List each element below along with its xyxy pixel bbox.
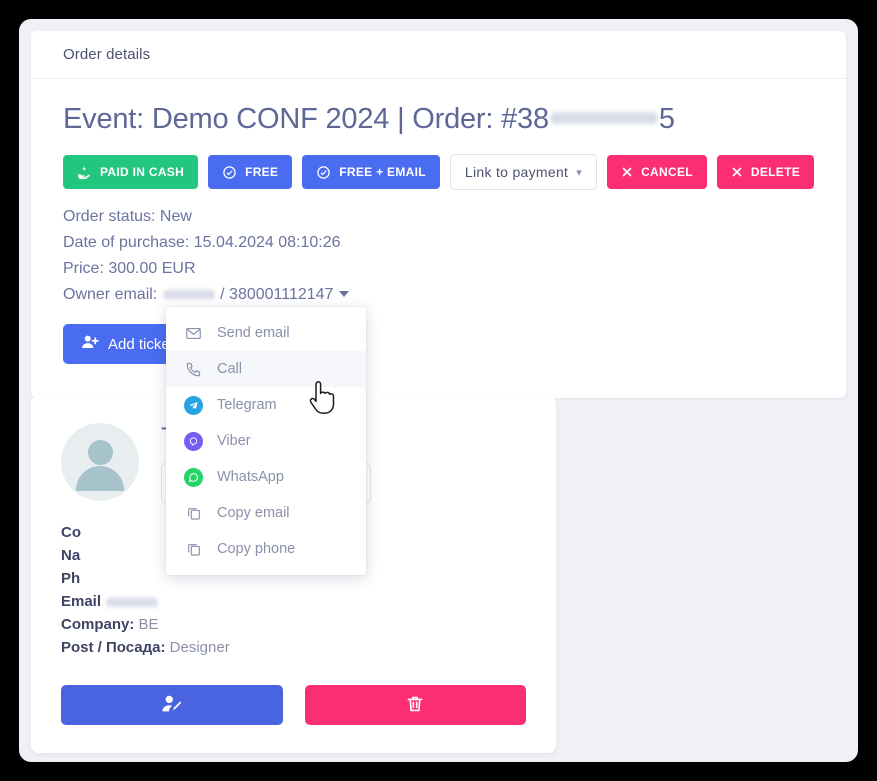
paid-in-cash-label: PAID IN CASH [100,165,185,179]
cancel-button[interactable]: CANCEL [607,155,707,189]
envelope-icon [184,324,203,343]
owner-phone: / 380001112147 [215,286,334,303]
contact-row-value: Designer [169,639,230,656]
order-status-line: Order status: New [63,208,192,225]
menu-item-telegram[interactable]: Telegram [166,387,366,423]
contact-actions-dropdown: Send email Call Telegram Viber WhatsApp … [166,307,366,575]
avatar-head-shape [87,440,113,465]
menu-item-label: Call [217,361,242,377]
owner-email-line: Owner email: / 380001112147 [63,282,814,308]
link-to-payment-label: Link to payment [464,164,569,180]
copy-icon [184,540,203,559]
chevron-down-icon: ▾ [576,166,583,179]
add-ticket-label: Add ticket [108,335,174,353]
free-email-button[interactable]: FREE + EMAIL [302,155,440,189]
owner-email-label: Owner email: [63,286,162,303]
order-action-buttons: PAID IN CASH FREE FREE + EMAIL Link to p… [63,154,815,190]
delete-label: DELETE [750,165,801,179]
menu-item-send-email[interactable]: Send email [166,315,366,351]
phone-icon [184,360,203,379]
check-circle-icon [222,165,237,180]
owner-contact-caret-icon[interactable] [339,290,350,297]
contact-row-label: Post / Посада: [61,639,166,656]
panel-header: Order details [31,31,846,79]
whatsapp-icon [184,467,203,487]
panel-header-title: Order details [63,46,151,63]
contact-row-label: Email [61,593,102,610]
menu-item-copy-email[interactable]: Copy email [166,495,366,531]
close-icon [731,166,743,178]
menu-item-viber[interactable]: Viber [166,423,366,459]
menu-item-label: Viber [217,433,251,449]
purchase-date-line: Date of purchase: 15.04.2024 08:10:26 [63,234,341,251]
user-plus-icon [81,333,99,355]
cancel-label: CANCEL [641,165,693,179]
contact-row-label: Na [61,547,81,564]
menu-item-label: WhatsApp [217,469,284,485]
order-details-panel: Order details Event: Demo CONF 2024 | Or… [31,31,846,398]
menu-item-label: Copy phone [217,541,296,557]
delete-contact-button[interactable] [304,685,526,725]
close-icon [621,166,633,178]
telegram-badge [184,395,203,415]
menu-item-label: Copy email [217,505,290,521]
avatar [61,423,139,501]
redacted-order-number [549,111,658,126]
whatsapp-badge [184,467,203,487]
page-title-suffix: 5 [658,103,675,135]
menu-item-whatsapp[interactable]: WhatsApp [166,459,366,495]
list-item: Post / Посада: Designer [61,636,526,659]
menu-item-label: Telegram [217,397,277,413]
list-item: Company: BE [61,613,526,636]
redacted-owner-email [162,289,215,301]
edit-contact-button[interactable] [61,685,283,725]
contact-row-value: BE [138,616,159,633]
hand-cash-icon [77,165,92,180]
free-email-label: FREE + EMAIL [339,165,426,179]
user-edit-icon [161,693,183,718]
contact-row-label: Company: [61,616,135,633]
viber-icon [184,431,203,451]
trash-icon [405,694,425,717]
copy-icon [184,504,203,523]
contact-row-label: Ph [61,570,81,587]
list-item: Email [61,590,526,613]
check-circle-icon [316,165,331,180]
free-button[interactable]: FREE [208,155,293,189]
redacted-contact-email [106,596,159,608]
paid-in-cash-button[interactable]: PAID IN CASH [63,155,199,189]
order-detail-lines: Order status: New Date of purchase: 15.0… [63,204,814,308]
link-to-payment-dropdown[interactable]: Link to payment ▾ [449,154,598,190]
menu-item-call[interactable]: Call [166,351,366,387]
delete-button[interactable]: DELETE [716,155,815,189]
page-title-prefix: Event: Demo CONF 2024 | Order: #38 [63,103,549,135]
app-window: Order details Event: Demo CONF 2024 | Or… [19,19,858,762]
free-label: FREE [245,165,279,179]
telegram-icon [184,395,203,415]
page-title: Event: Demo CONF 2024 | Order: #38 5 [63,103,814,136]
panel-body: Event: Demo CONF 2024 | Order: #38 5 PAID… [31,79,846,398]
viber-badge [184,431,203,451]
contact-card-actions [61,685,526,753]
avatar-body-shape [76,466,124,491]
menu-item-label: Send email [217,325,290,341]
contact-row-label: Co [61,524,81,541]
menu-item-copy-phone[interactable]: Copy phone [166,531,366,567]
price-line: Price: 300.00 EUR [63,260,196,277]
